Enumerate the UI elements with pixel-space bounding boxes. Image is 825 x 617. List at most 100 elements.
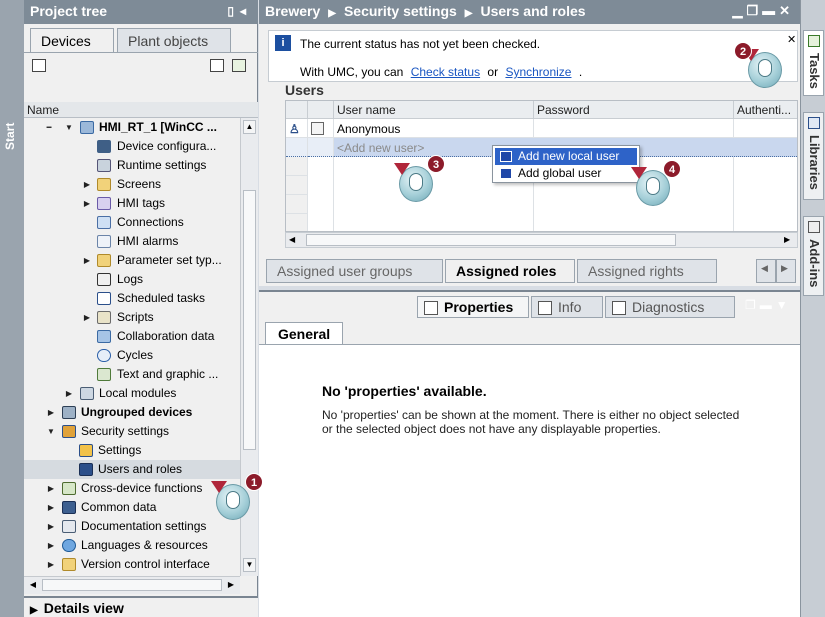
task-card-add-ins[interactable]: Add-ins <box>803 216 824 296</box>
user-password-cell[interactable] <box>534 119 734 138</box>
collapsed-arrow-icon[interactable]: ▶ <box>82 308 92 327</box>
tree-item-parameter-set-types[interactable]: ▶ Parameter set typ... <box>24 251 240 270</box>
tree-horizontal-scrollbar[interactable]: ◀ ▶ <box>24 576 240 594</box>
tree-item-cross-device-functions[interactable]: ▶ Cross-device functions <box>24 479 240 498</box>
details-view-bar[interactable]: ▶ Details view <box>24 596 258 617</box>
column-header-name[interactable]: Name <box>24 102 258 118</box>
check-status-link[interactable]: Check status <box>411 65 480 79</box>
start-strip[interactable]: Start <box>0 0 24 617</box>
scroll-down-icon[interactable]: ▼ <box>243 558 256 572</box>
collapsed-arrow-icon[interactable]: ▶ <box>46 479 56 498</box>
tab-assigned-roles[interactable]: Assigned roles <box>445 259 575 283</box>
scroll-right-icon[interactable]: ▶ <box>784 233 790 247</box>
column-header-user-name[interactable]: User name <box>334 101 534 119</box>
collapsed-arrow-icon[interactable]: ▶ <box>64 384 74 403</box>
collapsed-arrow-icon[interactable]: ▶ <box>82 251 92 270</box>
user-auth-cell[interactable] <box>734 119 797 138</box>
tree-item-version-control-interface[interactable]: ▶ Version control interface <box>24 555 240 574</box>
menu-item-add-new-local-user[interactable]: Add new local user <box>495 148 637 165</box>
inspector-controls[interactable]: ❐▬▼ <box>745 298 792 312</box>
tab-devices[interactable]: Devices <box>30 28 114 52</box>
tab-scroll-left-icon[interactable]: ◀ <box>756 259 776 283</box>
export-icon[interactable] <box>232 59 246 72</box>
tree-item-runtime-settings[interactable]: Runtime settings <box>24 156 240 175</box>
scroll-thumb[interactable] <box>243 190 256 450</box>
list-view-icon[interactable] <box>210 59 224 72</box>
scroll-up-icon[interactable]: ▲ <box>243 120 256 134</box>
tab-properties[interactable]: Properties <box>417 296 529 318</box>
tree-item-cycles[interactable]: Cycles <box>24 346 240 365</box>
overview-icon[interactable] <box>32 59 46 72</box>
user-row-checkbox-cell[interactable] <box>308 119 334 138</box>
tree-item-label: Scripts <box>117 310 154 324</box>
callout-number: 1 <box>245 473 263 491</box>
close-info-icon[interactable]: ✕ <box>787 33 796 46</box>
collapsed-arrow-icon[interactable]: ▶ <box>46 403 56 422</box>
tree-item-logs[interactable]: Logs <box>24 270 240 289</box>
scroll-thumb[interactable] <box>42 579 222 591</box>
expanded-arrow-icon[interactable]: ▼ <box>46 422 56 441</box>
tree-item-device-configuration[interactable]: Device configura... <box>24 137 240 156</box>
tree-item-connections[interactable]: Connections <box>24 213 240 232</box>
maximize-icon[interactable]: ▬ <box>762 3 779 18</box>
tab-diagnostics[interactable]: Diagnostics <box>605 296 735 318</box>
tab-general[interactable]: General <box>265 322 344 346</box>
column-header-password[interactable]: Password <box>534 101 734 119</box>
close-icon[interactable]: ✕ <box>779 3 794 18</box>
key-settings-icon <box>79 444 93 457</box>
panel-controls[interactable]: ▯◂ <box>227 4 252 18</box>
tree-item-collaboration-data[interactable]: Collaboration data <box>24 327 240 346</box>
task-card-tasks[interactable]: Tasks <box>803 30 824 96</box>
tree-item-languages-resources[interactable]: ▶ Languages & resources <box>24 536 240 555</box>
tree-item-label: Local modules <box>99 386 177 400</box>
tree-item-hmi-alarms[interactable]: HMI alarms <box>24 232 240 251</box>
tree-item-users-and-roles[interactable]: Users and roles <box>24 460 240 479</box>
task-card-libraries[interactable]: Libraries <box>803 112 824 200</box>
column-header-authentication[interactable]: Authenti... <box>734 101 797 119</box>
tree-item-hmi-tags[interactable]: ▶ HMI tags <box>24 194 240 213</box>
breadcrumb-security-settings[interactable]: Security settings <box>344 3 457 19</box>
tree-item-screens[interactable]: ▶ Screens <box>24 175 240 194</box>
documentation-icon <box>62 520 76 533</box>
table-horizontal-scrollbar[interactable]: ◀ ▶ <box>285 232 798 248</box>
collapsed-arrow-icon[interactable]: ▶ <box>82 175 92 194</box>
tree-item-settings[interactable]: Settings <box>24 441 240 460</box>
collapse-left-icon[interactable]: ◂ <box>240 4 252 18</box>
collapsed-arrow-icon[interactable]: ▶ <box>46 517 56 536</box>
restore-icon[interactable]: ❐ <box>746 3 762 18</box>
tree-item-hmi-rt-1[interactable]: ━ ▼ HMI_RT_1 [WinCC ... <box>24 118 240 137</box>
scroll-left-icon[interactable]: ◀ <box>26 578 40 592</box>
minimize-icon[interactable]: ▁ <box>732 3 746 18</box>
tree-item-text-graphic-lists[interactable]: Text and graphic ... <box>24 365 240 384</box>
expand-arrow-icon[interactable]: ▶ <box>30 605 38 616</box>
collapsed-arrow-icon[interactable]: ▶ <box>46 498 56 517</box>
user-checkbox[interactable] <box>311 122 324 135</box>
collapsed-arrow-icon[interactable]: ▶ <box>82 194 92 213</box>
scroll-left-icon[interactable]: ◀ <box>289 233 295 247</box>
tab-info[interactable]: Info <box>531 296 603 318</box>
scroll-thumb[interactable] <box>306 234 676 246</box>
tab-assigned-rights[interactable]: Assigned rights <box>577 259 717 283</box>
breadcrumb-users-and-roles[interactable]: Users and roles <box>481 3 586 19</box>
synchronize-link[interactable]: Synchronize <box>505 65 571 79</box>
tree-item-documentation-settings[interactable]: ▶ Documentation settings <box>24 517 240 536</box>
tree-item-scripts[interactable]: ▶ Scripts <box>24 308 240 327</box>
pin-icon[interactable]: ▯ <box>227 4 240 18</box>
user-name-cell[interactable]: Anonymous <box>334 119 534 138</box>
tree-item-scheduled-tasks[interactable]: Scheduled tasks <box>24 289 240 308</box>
empty-row-cell <box>286 195 308 214</box>
tree-item-security-settings[interactable]: ▼ Security settings <box>24 422 240 441</box>
menu-item-add-global-user[interactable]: Add global user <box>495 165 637 182</box>
info-status-text: The current status has not yet been chec… <box>300 37 541 51</box>
tab-scroll-right-icon[interactable]: ▶ <box>776 259 796 283</box>
scroll-right-icon[interactable]: ▶ <box>224 578 238 592</box>
tree-item-ungrouped-devices[interactable]: ▶ Ungrouped devices <box>24 403 240 422</box>
breadcrumb-brewery[interactable]: Brewery <box>265 3 320 19</box>
collapsed-arrow-icon[interactable]: ▶ <box>46 555 56 574</box>
tree-item-common-data[interactable]: ▶ Common data <box>24 498 240 517</box>
tab-assigned-user-groups[interactable]: Assigned user groups <box>266 259 443 283</box>
collapsed-arrow-icon[interactable]: ▶ <box>46 536 56 555</box>
tab-plant-objects[interactable]: Plant objects <box>117 28 231 52</box>
tree-item-local-modules[interactable]: ▶ Local modules <box>24 384 240 403</box>
expanded-arrow-icon[interactable]: ▼ <box>64 118 74 137</box>
